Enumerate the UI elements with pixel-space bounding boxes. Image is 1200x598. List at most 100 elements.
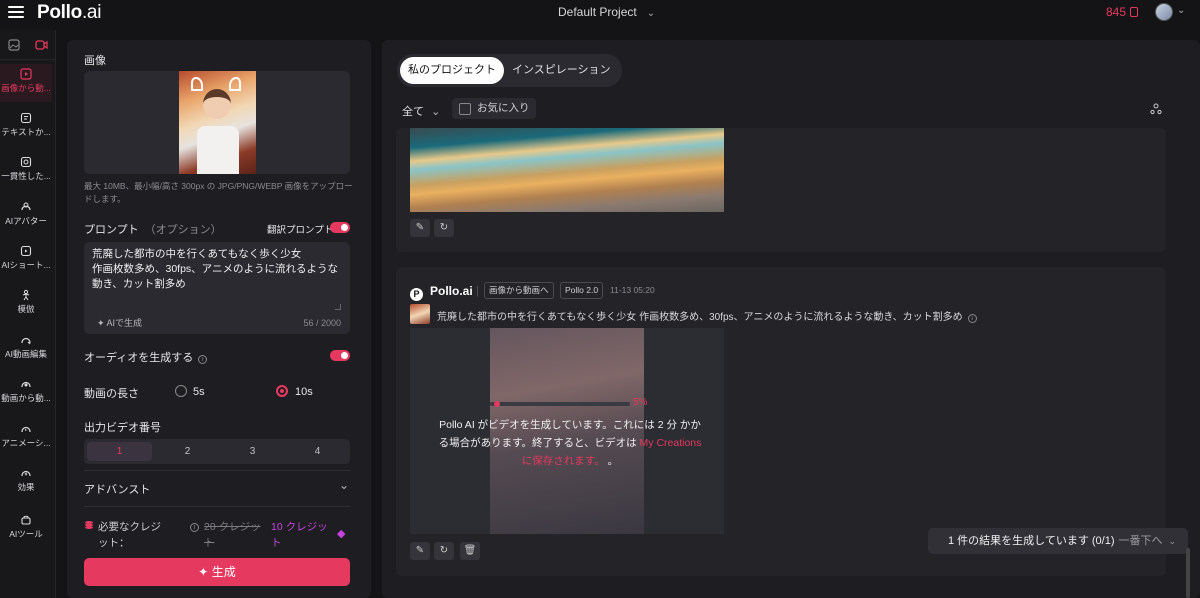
divider [84, 506, 350, 507]
sidebar-item-label: 効果 [17, 482, 35, 492]
sidebar-item-ai-short[interactable]: AIショート... [0, 245, 52, 271]
image-upload-area[interactable] [84, 71, 350, 174]
sparkle-icon: ✦ [97, 318, 107, 328]
sidebar-item-text-to-video[interactable]: テキストか... [0, 112, 52, 138]
sidebar-item-label: 一貫性した... [1, 171, 51, 181]
progress-percent: 5% [633, 397, 648, 408]
delete-icon[interactable]: 🗑 [460, 542, 480, 560]
sidebar-item-imitate[interactable]: 模倣 [0, 289, 52, 315]
output-option-3[interactable]: 3 [220, 439, 285, 464]
sidebar-item-effects[interactable]: 効果 [0, 467, 52, 493]
model-chip: Pollo 2.0 [560, 282, 604, 299]
translate-prompt-toggle[interactable] [330, 222, 350, 233]
credits-discount-price: 10 クレジット [271, 521, 328, 549]
sidebar-item-label: 動画から動... [1, 393, 51, 403]
tab-my-projects[interactable]: 私のプロジェクト [400, 57, 504, 84]
logo[interactable]: Pollo.ai [37, 2, 101, 24]
project-selector[interactable]: Default Project ⌄ [558, 5, 655, 19]
chevron-down-icon[interactable]: ⌄ [1177, 5, 1185, 16]
scroll-to-bottom-link[interactable]: 一番下へ [1119, 535, 1163, 547]
edit-icon[interactable]: ✎ [410, 542, 430, 560]
sidebar-item-label: AIアバター [5, 216, 47, 226]
output-count-selector: 1 2 3 4 [84, 439, 350, 464]
sidebar-item-animation[interactable]: アニメーシ... [0, 423, 52, 449]
sidebar-item-label: テキストか... [1, 127, 51, 137]
sidebar-mode-switch [0, 30, 55, 60]
duration-10s-radio[interactable] [276, 385, 288, 397]
prompt-label-text: プロンプト [84, 224, 139, 236]
ai-video-edit-icon [21, 337, 31, 345]
avatar[interactable] [1155, 3, 1173, 21]
ai-generate-button[interactable]: ✦ AIで生成 [97, 316, 142, 329]
credits-required-label: 必要なクレジット： [98, 521, 161, 549]
share-icon[interactable] [1150, 103, 1162, 118]
credits-balance[interactable]: 845 [1106, 5, 1139, 19]
separator: | [476, 285, 479, 297]
pollo-logo-icon: P [410, 288, 423, 301]
favorites-checkbox[interactable]: お気に入り [452, 98, 536, 119]
sidebar-item-ai-video-edit[interactable]: AI動画編集 [0, 334, 52, 360]
credits-original-price: 20 クレジット [204, 521, 261, 549]
sidebar-item-ai-avatar[interactable]: AIアバター [0, 201, 52, 227]
hamburger-menu-icon[interactable] [8, 6, 24, 20]
output-option-2[interactable]: 2 [155, 439, 220, 464]
chevron-down-icon[interactable]: ⌄ [1169, 536, 1177, 546]
audio-label-text: オーディオを生成する [84, 352, 194, 364]
sidebar-item-consistent-video[interactable]: 一貫性した... [0, 156, 52, 182]
logo-brand: Pollo [37, 2, 82, 23]
credits-count: 845 [1106, 5, 1127, 19]
edit-icon[interactable]: ✎ [410, 219, 430, 237]
progress-track [490, 402, 630, 406]
beach-video-thumbnail[interactable] [410, 128, 724, 212]
imitate-icon [22, 289, 30, 301]
regenerate-icon[interactable]: ↻ [434, 542, 454, 560]
sidebar-item-label: 画像から動... [1, 83, 51, 93]
ai-short-icon [20, 245, 32, 257]
card-timestamp: 11-13 05:20 [610, 285, 655, 295]
generation-message-end: 。 [604, 455, 619, 467]
info-icon[interactable]: i [967, 314, 977, 323]
generation-status-toast: 1 件の結果を生成しています (0/1) 一番下へ ⌄ [928, 528, 1188, 554]
filter-dropdown[interactable]: 全て ⌄ [402, 103, 440, 119]
duration-10s-label: 10s [295, 386, 313, 398]
project-name: Default Project [558, 5, 637, 19]
sidebar-item-image-to-video[interactable]: 画像から動... [0, 64, 52, 102]
sidebar-item-video-to-video[interactable]: 動画から動... [0, 378, 52, 404]
generate-button[interactable]: ✦ 生成 [84, 558, 350, 586]
generation-form: 画像 最大 10MB、最小幅/高さ 300px の JPG/PNG/WEBP 画… [67, 40, 371, 598]
video-generation-preview: 5% Pollo AI がビデオを生成しています。これには 2 分 かかる場合が… [410, 328, 724, 534]
chevron-down-icon[interactable]: ⌄ [339, 478, 349, 492]
scrollbar[interactable] [1186, 548, 1190, 598]
tab-inspiration[interactable]: インスピレーション [504, 57, 619, 84]
divider [84, 470, 350, 471]
info-icon[interactable]: i [190, 520, 199, 532]
regenerate-icon[interactable]: ↻ [434, 219, 454, 237]
image-label: 画像 [84, 55, 106, 67]
info-icon[interactable]: i [198, 355, 208, 364]
output-count-label: 出力ビデオ番号 [84, 422, 161, 434]
credit-stack-icon [84, 520, 96, 532]
tag-icon: ◆ [337, 528, 346, 540]
prompt-text[interactable]: 荒廃した都市の中を行くあてもなく歩く少女 作画枚数多め、30fps、アニメのよう… [92, 247, 342, 292]
duration-5s-radio[interactable] [175, 385, 187, 397]
ai-tools-icon [21, 515, 31, 525]
sidebar-item-label: AI動画編集 [4, 349, 48, 359]
advanced-label[interactable]: アドバンスト [84, 481, 150, 497]
sidebar-item-label: AIツール [9, 529, 43, 539]
audio-toggle[interactable] [330, 350, 350, 361]
prompt-optional-tag: （オプション） [144, 224, 222, 236]
output-option-4[interactable]: 4 [285, 439, 350, 464]
resize-handle-icon[interactable] [335, 304, 341, 310]
prompt-textarea[interactable]: 荒廃した都市の中を行くあてもなく歩く少女 作画枚数多め、30fps、アニメのよう… [84, 242, 350, 334]
video-mode-icon[interactable] [28, 30, 56, 59]
sidebar-item-ai-tools[interactable]: AIツール [0, 514, 52, 540]
image-mode-icon[interactable] [0, 30, 28, 59]
generate-button-label: 生成 [211, 565, 236, 579]
chevron-down-icon: ⌄ [646, 8, 656, 19]
chevron-down-icon: ⌄ [431, 106, 441, 118]
output-option-1[interactable]: 1 [87, 442, 152, 461]
top-bar: Pollo.ai Default Project ⌄ 845 ⌄ [0, 0, 1200, 30]
uploaded-image[interactable] [179, 71, 256, 174]
char-counter: 56 / 2000 [303, 318, 341, 328]
generation-message: Pollo AI がビデオを生成しています。これには 2 分 かかる場合がありま… [435, 416, 705, 470]
